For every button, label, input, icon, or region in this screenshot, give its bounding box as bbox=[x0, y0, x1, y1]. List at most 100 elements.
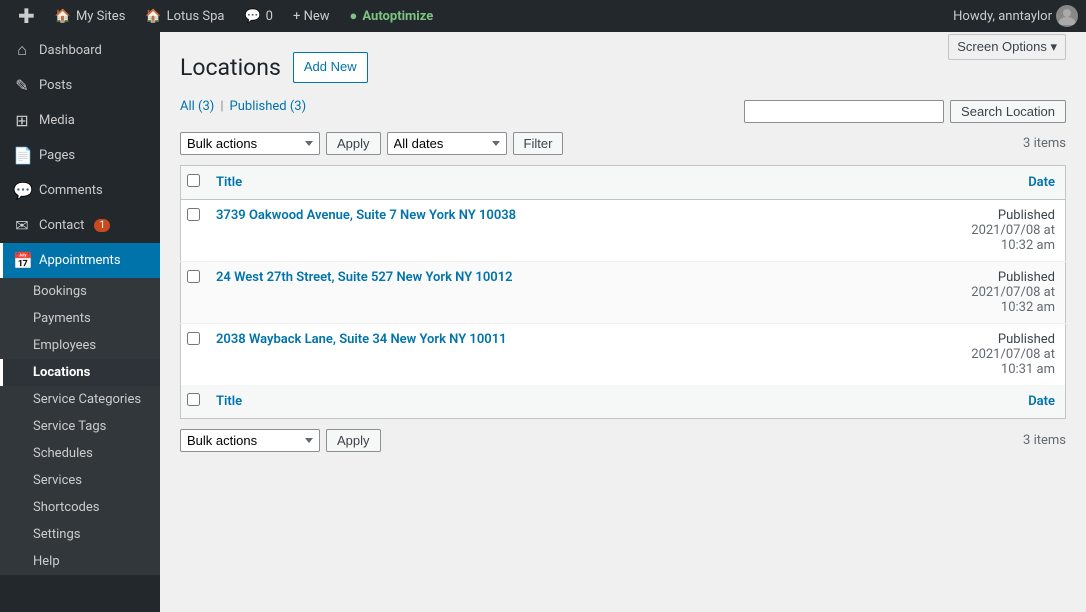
row-title-link[interactable]: 3739 Oakwood Avenue, Suite 7 New York NY… bbox=[216, 208, 516, 223]
posts-icon: ✎ bbox=[13, 76, 31, 95]
my-sites-menu[interactable]: 🏠 My Sites bbox=[45, 0, 136, 32]
select-all-checkbox[interactable] bbox=[187, 174, 200, 187]
row-title-link[interactable]: 24 West 27th Street, Suite 527 New York … bbox=[216, 270, 513, 285]
bulk-actions-select-top[interactable]: Bulk actions Move to Trash bbox=[180, 132, 320, 155]
filter-bar: All (3) | Published (3) Search Location bbox=[180, 99, 1066, 124]
sidebar-item-label: Contact bbox=[39, 218, 84, 233]
apply-button-bottom[interactable]: Apply bbox=[326, 429, 381, 452]
user-avatar[interactable] bbox=[1056, 5, 1078, 27]
sidebar-item-shortcodes[interactable]: Shortcodes bbox=[0, 494, 160, 521]
row-date-cell: Published 2021/07/08 at 10:32 am bbox=[886, 261, 1066, 323]
sidebar-item-help[interactable]: Help bbox=[0, 548, 160, 575]
row-date: 2021/07/08 at bbox=[971, 285, 1055, 300]
my-sites-label: My Sites bbox=[76, 9, 125, 24]
filter-all[interactable]: All (3) bbox=[180, 99, 214, 114]
bulk-actions-select-bottom[interactable]: Bulk actions Move to Trash bbox=[180, 429, 320, 452]
status-filter: All (3) | Published (3) bbox=[180, 99, 306, 114]
search-button[interactable]: Search Location bbox=[950, 100, 1066, 123]
sidebar-item-employees[interactable]: Employees bbox=[0, 332, 160, 359]
media-icon: ⊞ bbox=[13, 111, 31, 130]
row-title-cell: 2038 Wayback Lane, Suite 34 New York NY … bbox=[206, 323, 886, 385]
table-row: 2038 Wayback Lane, Suite 34 New York NY … bbox=[181, 323, 1066, 385]
sidebar-item-label: Pages bbox=[39, 148, 75, 163]
table-body: 3739 Oakwood Avenue, Suite 7 New York NY… bbox=[181, 199, 1066, 385]
sidebar-item-service-tags[interactable]: Service Tags bbox=[0, 413, 160, 440]
user-info: Howdy, anntaylor bbox=[953, 5, 1078, 27]
row-checkbox-cell bbox=[181, 199, 207, 261]
row-status: Published bbox=[998, 208, 1055, 223]
title-column-header[interactable]: Title bbox=[206, 165, 886, 199]
contact-badge: 1 bbox=[94, 219, 110, 232]
sidebar-item-label: Comments bbox=[39, 183, 103, 198]
search-wrap: Search Location bbox=[744, 100, 1066, 123]
page-title: Locations bbox=[180, 54, 281, 81]
row-time: 10:31 am bbox=[1001, 362, 1055, 377]
row-status: Published bbox=[998, 270, 1055, 285]
sidebar-item-posts[interactable]: ✎ Posts bbox=[0, 68, 160, 103]
date-footer-link[interactable]: Date bbox=[1028, 394, 1055, 409]
sidebar-item-schedules[interactable]: Schedules bbox=[0, 440, 160, 467]
sidebar-item-dashboard[interactable]: ⌂ Dashboard bbox=[0, 32, 160, 68]
bottom-tablenav: Bulk actions Move to Trash Apply 3 items bbox=[180, 429, 1066, 452]
table-header-row: Title Date bbox=[181, 165, 1066, 199]
search-input[interactable] bbox=[744, 100, 944, 123]
sidebar-item-label: Posts bbox=[39, 78, 72, 93]
comments-icon: 💬 bbox=[244, 9, 260, 24]
select-all-header bbox=[181, 165, 207, 199]
items-count-bottom: 3 items bbox=[1023, 433, 1066, 448]
sidebar-item-appointments[interactable]: 📅 Appointments bbox=[0, 243, 160, 278]
sidebar-item-contact[interactable]: ✉ Contact 1 bbox=[0, 208, 160, 243]
sidebar-item-pages[interactable]: 📄 Pages bbox=[0, 138, 160, 173]
date-filter-select[interactable]: All dates bbox=[387, 132, 507, 155]
howdy-label: Howdy, anntaylor bbox=[953, 9, 1052, 24]
row-checkbox-cell bbox=[181, 323, 207, 385]
autoptimize-menu[interactable]: ● Autoptimize bbox=[340, 0, 444, 32]
locations-table: Title Date 3739 Oakwood Avenue, Suite 7 … bbox=[180, 165, 1066, 419]
new-content-menu[interactable]: + New bbox=[283, 0, 340, 32]
table-row: 24 West 27th Street, Suite 527 New York … bbox=[181, 261, 1066, 323]
sidebar-item-media[interactable]: ⊞ Media bbox=[0, 103, 160, 138]
title-sort-link[interactable]: Title bbox=[216, 175, 242, 190]
autoptimize-label: Autoptimize bbox=[362, 9, 433, 24]
sidebar-item-settings[interactable]: Settings bbox=[0, 521, 160, 548]
row-checkbox[interactable] bbox=[187, 208, 200, 221]
row-time: 10:32 am bbox=[1001, 300, 1055, 315]
filter-published[interactable]: Published (3) bbox=[230, 99, 307, 114]
sidebar-item-locations[interactable]: Locations bbox=[0, 359, 160, 386]
sidebar-item-payments[interactable]: Payments bbox=[0, 305, 160, 332]
sidebar-item-services[interactable]: Services bbox=[0, 467, 160, 494]
title-footer-link[interactable]: Title bbox=[216, 394, 242, 409]
apply-button-top[interactable]: Apply bbox=[326, 132, 381, 155]
date-column-header[interactable]: Date bbox=[886, 165, 1066, 199]
wp-logo[interactable]: ✚ bbox=[8, 0, 45, 32]
select-all-footer-checkbox[interactable] bbox=[187, 393, 200, 406]
screen-options-button[interactable]: Screen Options ▾ bbox=[948, 34, 1066, 60]
row-status: Published bbox=[998, 332, 1055, 347]
table-row: 3739 Oakwood Avenue, Suite 7 New York NY… bbox=[181, 199, 1066, 261]
row-checkbox[interactable] bbox=[187, 332, 200, 345]
site-icon: 🏠 bbox=[145, 9, 161, 24]
row-date-cell: Published 2021/07/08 at 10:31 am bbox=[886, 323, 1066, 385]
new-label: + New bbox=[293, 9, 330, 24]
comments-menu[interactable]: 💬 0 bbox=[234, 0, 283, 32]
sidebar-item-label: Appointments bbox=[39, 253, 121, 268]
date-sort-link[interactable]: Date bbox=[1028, 175, 1055, 190]
sidebar-item-label: Dashboard bbox=[39, 43, 102, 58]
contact-icon: ✉ bbox=[13, 216, 31, 235]
top-tablenav: Bulk actions Move to Trash Apply All dat… bbox=[180, 132, 1066, 155]
sidebar-item-service-categories[interactable]: Service Categories bbox=[0, 386, 160, 413]
items-count-top: 3 items bbox=[1023, 136, 1066, 151]
row-title-cell: 24 West 27th Street, Suite 527 New York … bbox=[206, 261, 886, 323]
sidebar-item-label: Media bbox=[39, 113, 75, 128]
page-header: Locations Add New bbox=[180, 52, 1066, 83]
appointments-submenu: Bookings Payments Employees Locations Se… bbox=[0, 278, 160, 575]
row-checkbox[interactable] bbox=[187, 270, 200, 283]
site-name-menu[interactable]: 🏠 Lotus Spa bbox=[135, 0, 234, 32]
row-title-link[interactable]: 2038 Wayback Lane, Suite 34 New York NY … bbox=[216, 332, 507, 347]
sidebar-item-comments[interactable]: 💬 Comments bbox=[0, 173, 160, 208]
comments-count: 0 bbox=[266, 9, 273, 24]
sidebar-item-bookings[interactable]: Bookings bbox=[0, 278, 160, 305]
add-new-button[interactable]: Add New bbox=[293, 52, 368, 83]
filter-button[interactable]: Filter bbox=[513, 132, 564, 155]
row-date-cell: Published 2021/07/08 at 10:32 am bbox=[886, 199, 1066, 261]
